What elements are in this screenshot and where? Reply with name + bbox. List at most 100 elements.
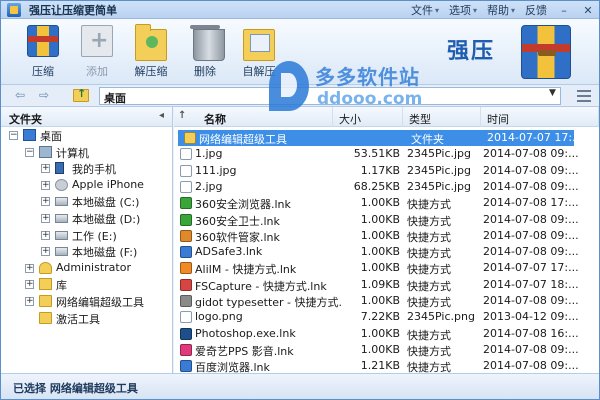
expand-icon[interactable]: + xyxy=(41,164,50,174)
menu-options[interactable]: 选项 ▾ xyxy=(449,2,477,18)
file-size: 1.00KB xyxy=(360,294,400,307)
expand-icon[interactable]: + xyxy=(41,213,50,223)
file-row[interactable]: 百度浏览器.lnk 1.21KB 快捷方式 2014-07-08 09:... xyxy=(174,358,599,373)
file-row[interactable]: 360安全卫士.lnk 1.00KB 快捷方式 2014-07-08 09:... xyxy=(174,212,599,228)
expand-icon[interactable]: + xyxy=(41,180,50,190)
add-button[interactable]: 添加 xyxy=(71,25,123,83)
delete-button[interactable]: 删除 xyxy=(179,25,231,83)
delete-label: 删除 xyxy=(194,65,216,78)
file-row[interactable]: 1.jpg 53.51KB 2345Pic.jpg 2014-07-08 09:... xyxy=(174,146,599,162)
file-icon xyxy=(180,295,192,307)
window-title: 强压让压缩更简单 xyxy=(29,3,117,17)
tree-item[interactable]: + 库 xyxy=(1,276,172,293)
file-icon xyxy=(180,360,192,373)
file-name: logo.png xyxy=(195,310,243,324)
app-window: 强压让压缩更简单 文件▾ 选项▾ 帮助▾ 反馈 – ✕ 压缩 添加 解压缩 删除 xyxy=(0,0,600,400)
file-row[interactable]: 爱奇艺PPS 影音.lnk 1.00KB 快捷方式 2014-07-08 09:... xyxy=(174,342,599,358)
menu-feedback[interactable]: 反馈 xyxy=(525,2,547,18)
column-name[interactable]: ↑ 名称 xyxy=(174,107,333,127)
file-time: 2014-07-07 18:... xyxy=(483,277,579,291)
chevron-down-icon[interactable]: ▼ xyxy=(549,88,556,98)
menu-help[interactable]: 帮助 ▾ xyxy=(487,2,515,18)
tree-item[interactable]: + 网络编辑超级工具 xyxy=(1,293,172,310)
self-extract-button[interactable]: 自解压 xyxy=(233,25,285,83)
file-row[interactable]: 360软件管家.lnk 1.00KB 快捷方式 2014-07-08 09:... xyxy=(174,228,599,244)
expand-icon[interactable]: + xyxy=(25,263,34,273)
tree-item[interactable]: + 本地磁盘 (D:) xyxy=(1,210,172,227)
file-row[interactable]: logo.png 7.22KB 2345Pic.png 2013-04-12 09:.… xyxy=(174,309,599,325)
file-row[interactable]: Photoshop.exe.lnk 1.00KB 快捷方式 2014-07-08 16… xyxy=(174,326,599,342)
file-name: 360安全浏览器.lnk xyxy=(195,198,291,212)
brand-logo-icon xyxy=(521,25,571,79)
tree-item[interactable]: − 桌面 xyxy=(1,127,172,144)
file-name: 360软件管家.lnk xyxy=(195,230,280,244)
file-type: 快捷方式 xyxy=(407,279,451,293)
expand-icon[interactable]: + xyxy=(25,280,34,290)
tree-item[interactable]: + 工作 (E:) xyxy=(1,227,172,244)
expand-icon[interactable]: + xyxy=(41,247,50,257)
file-time: 2014-07-08 09:... xyxy=(483,147,579,161)
minimize-button[interactable]: – xyxy=(557,4,571,17)
file-row[interactable]: 网络编辑超级工具 文件夹 2014-07-07 17:... xyxy=(178,130,583,147)
collapse-icon[interactable]: − xyxy=(25,147,34,157)
expand-icon[interactable]: + xyxy=(41,230,50,240)
file-row[interactable]: 2.jpg 68.25KB 2345Pic.jpg 2014-07-08 09:... xyxy=(174,179,599,195)
tree-item[interactable]: + 本地磁盘 (C:) xyxy=(1,193,172,210)
column-type[interactable]: 类型 xyxy=(403,107,481,127)
tree-item[interactable]: + Apple iPhone xyxy=(1,177,172,194)
file-icon xyxy=(180,262,192,275)
menu-file[interactable]: 文件 ▾ xyxy=(411,2,439,18)
pin-icon[interactable]: ◂ xyxy=(159,110,164,121)
file-name: ADSafe3.lnk xyxy=(195,245,263,259)
extract-button[interactable]: 解压缩 xyxy=(125,24,177,83)
file-row[interactable]: ADSafe3.lnk 1.00KB 快捷方式 2014-07-08 09:... xyxy=(174,244,599,260)
file-icon xyxy=(180,164,192,177)
file-icon xyxy=(180,148,192,161)
file-time: 2014-07-08 09:... xyxy=(483,179,579,193)
app-logo-icon xyxy=(7,2,21,17)
file-size: 1.00KB xyxy=(360,261,400,275)
tree-item[interactable]: 激活工具 xyxy=(1,310,172,327)
file-type: 快捷方式 xyxy=(407,230,451,244)
file-type: 快捷方式 xyxy=(407,328,451,342)
file-type: 快捷方式 xyxy=(407,214,451,228)
file-name: FSCapture - 快捷方式.lnk xyxy=(195,279,327,293)
sort-up-icon: ↑ xyxy=(178,110,187,121)
expand-icon[interactable]: + xyxy=(41,197,50,207)
path-input[interactable]: 桌面 xyxy=(99,87,561,105)
file-row[interactable]: FSCapture - 快捷方式.lnk 1.09KB 快捷方式 2014-07-07… xyxy=(174,277,599,293)
file-type: 文件夹 xyxy=(411,133,444,146)
file-row[interactable]: 360安全浏览器.lnk 1.00KB 快捷方式 2014-07-08 17:... xyxy=(174,195,599,211)
file-time: 2014-07-08 09:... xyxy=(483,228,579,242)
file-type: 2345Pic.png xyxy=(407,310,475,324)
tree-item-label: Administrator xyxy=(56,260,131,274)
view-mode-icon[interactable] xyxy=(577,90,591,102)
column-time[interactable]: 时间 xyxy=(481,107,599,127)
tree-item[interactable]: + 我的手机 xyxy=(1,160,172,177)
status-bar: 已选择 网络编辑超级工具 xyxy=(1,373,599,399)
tree-item[interactable]: + Administrator xyxy=(1,260,172,277)
folder-up-icon[interactable] xyxy=(73,87,89,102)
file-type: 快捷方式 xyxy=(407,344,451,358)
file-row[interactable]: gidot typesetter - 快捷方式.... 1.00KB 快捷方式 201… xyxy=(174,293,599,309)
file-row[interactable]: AliIM - 快捷方式.lnk 1.00KB 快捷方式 2014-07-07 17:… xyxy=(174,260,599,276)
forward-arrow-icon[interactable]: ⇨ xyxy=(39,88,49,102)
back-arrow-icon[interactable]: ⇦ xyxy=(15,88,25,102)
file-row[interactable]: 111.jpg 1.17KB 2345Pic.jpg 2014-07-08 09:..… xyxy=(174,163,599,179)
expand-icon[interactable]: + xyxy=(25,296,34,306)
folder-pane-title: 文件夹 xyxy=(9,113,42,126)
collapse-icon[interactable]: − xyxy=(9,131,18,140)
file-type: 快捷方式 xyxy=(407,247,451,261)
file-icon xyxy=(184,132,196,144)
tree-item[interactable]: + 本地磁盘 (F:) xyxy=(1,243,172,260)
archive-icon xyxy=(27,25,59,57)
file-icon xyxy=(180,343,192,356)
close-button[interactable]: ✕ xyxy=(581,4,595,17)
file-icon xyxy=(180,246,192,259)
tree-item[interactable]: − 计算机 xyxy=(1,144,172,161)
column-size[interactable]: 大小 xyxy=(333,107,403,127)
folder-pane-header: 文件夹 ◂ xyxy=(1,107,172,127)
compress-button[interactable]: 压缩 xyxy=(17,25,69,83)
sfx-icon xyxy=(243,29,275,61)
tree-item-label: 桌面 xyxy=(40,130,62,143)
